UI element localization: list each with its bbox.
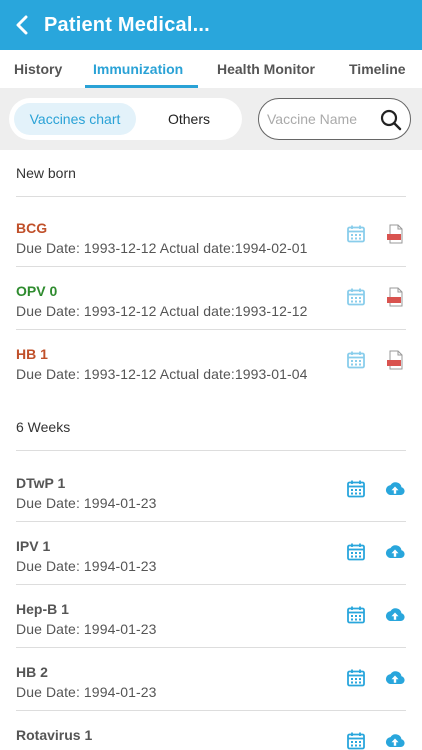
calendar-icon[interactable]: [346, 479, 366, 499]
vaccine-dates: Due Date: 1993-12-12 Actual date:1994-02…: [16, 240, 308, 256]
vaccine-name: OPV 0: [16, 283, 58, 299]
vaccine-row-hep-b-1[interactable]: Hep-B 1 Due Date: 1994-01-23: [0, 593, 422, 655]
vaccine-dates: Due Date: 1993-12-12 Actual date:1993-01…: [16, 366, 308, 382]
segment-others[interactable]: Others: [141, 103, 237, 135]
divider: [16, 329, 406, 330]
vaccine-dates: Due Date: 1994-01-23: [16, 684, 157, 700]
vaccine-row-ipv-1[interactable]: IPV 1 Due Date: 1994-01-23: [0, 530, 422, 592]
vaccine-row-rotavirus-1[interactable]: Rotavirus 1Due Date: 1994-01-23: [0, 719, 422, 750]
divider: [16, 266, 406, 267]
vaccine-search-input[interactable]: [267, 108, 377, 130]
pdf-icon[interactable]: [384, 224, 406, 244]
search-icon[interactable]: [380, 109, 402, 131]
divider: [16, 521, 406, 522]
cloud-upload-icon[interactable]: [384, 668, 406, 688]
segment-vaccines-chart[interactable]: Vaccines chart: [14, 103, 136, 135]
divider: [16, 450, 406, 451]
tab-health-monitor[interactable]: Health Monitor: [217, 50, 315, 88]
pdf-icon[interactable]: [384, 287, 406, 307]
vaccine-dates: Due Date: 1994-01-23: [16, 558, 157, 574]
vaccine-row-opv-0[interactable]: OPV 0 Due Date: 1993-12-12 Actual date:19…: [0, 275, 422, 337]
vaccine-dates: Due Date: 1993-12-12 Actual date:1993-12…: [16, 303, 308, 319]
divider: [16, 196, 406, 197]
pdf-icon[interactable]: [384, 350, 406, 370]
filter-bar: Vaccines chart Others: [0, 88, 422, 150]
divider: [16, 710, 406, 711]
vaccine-row-bcg[interactable]: BCG Due Date: 1993-12-12 Actual date:1994…: [0, 212, 422, 274]
cloud-upload-icon[interactable]: [384, 542, 406, 562]
tab-bar: History Immunization Health Monitor Time…: [0, 50, 422, 88]
vaccine-row-dtwp-1[interactable]: DTwP 1 Due Date: 1994-01-23: [0, 467, 422, 529]
back-chevron-icon: [16, 15, 28, 35]
vaccine-name: DTwP 1: [16, 475, 66, 491]
calendar-icon[interactable]: [346, 350, 366, 370]
vaccine-name: HB 1: [16, 346, 48, 362]
vaccine-name: Rotavirus 1: [16, 727, 93, 743]
tab-timeline[interactable]: Timeline: [349, 50, 406, 88]
vaccine-filter-segment: Vaccines chart Others: [9, 98, 242, 140]
calendar-icon[interactable]: [346, 224, 366, 244]
divider: [16, 584, 406, 585]
cloud-upload-icon[interactable]: [384, 479, 406, 499]
divider: [16, 647, 406, 648]
vaccine-dates: Due Date: 1994-01-23: [16, 495, 157, 511]
section-title-6-weeks: 6 Weeks: [16, 419, 71, 435]
section-title-new-born: New born: [16, 165, 76, 181]
vaccine-row-hb-1[interactable]: HB 1 Due Date: 1993-12-12 Actual date:199…: [0, 338, 422, 400]
search-box: [258, 98, 411, 140]
vaccine-name: IPV 1: [16, 538, 51, 554]
tab-immunization[interactable]: Immunization: [93, 50, 183, 88]
app-bar: Patient Medical...: [0, 0, 422, 50]
vaccine-name: Hep-B 1: [16, 601, 69, 617]
calendar-icon[interactable]: [346, 668, 366, 688]
calendar-icon[interactable]: [346, 287, 366, 307]
vaccine-name: BCG: [16, 220, 48, 236]
cloud-upload-icon[interactable]: [384, 605, 406, 625]
vaccine-name: HB 2: [16, 664, 48, 680]
tab-history[interactable]: History: [14, 50, 62, 88]
page-title: Patient Medical...: [44, 13, 210, 36]
vaccine-dates: Due Date: 1994-01-23: [16, 621, 157, 637]
calendar-icon[interactable]: [346, 542, 366, 562]
calendar-icon[interactable]: [346, 605, 366, 625]
vaccine-row-hb-2[interactable]: HB 2 Due Date: 1994-01-23: [0, 656, 422, 718]
calendar-icon[interactable]: [346, 731, 366, 750]
back-button[interactable]: [0, 0, 44, 50]
cloud-upload-icon[interactable]: [384, 731, 406, 750]
